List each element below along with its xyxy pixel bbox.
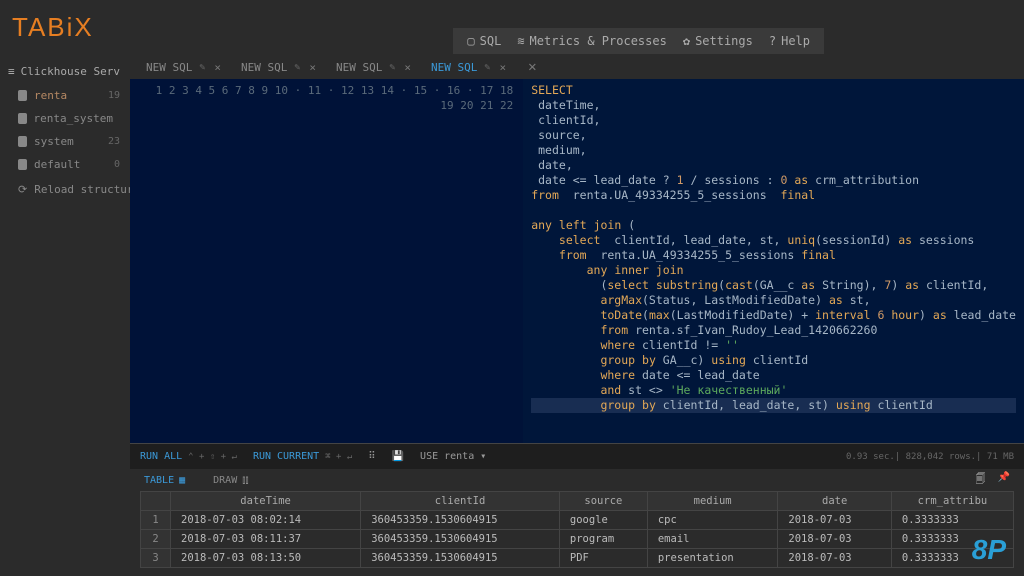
cell[interactable]: 2018-07-03 — [778, 511, 892, 530]
table-row[interactable]: 12018-07-03 08:02:14360453359.1530604915… — [141, 511, 1014, 530]
help-icon: ? — [769, 34, 776, 48]
tab-sql-2[interactable]: NEW SQL✎× — [326, 57, 421, 78]
sql-icon: ▢ — [467, 34, 474, 48]
metrics-icon: ≋ — [517, 34, 524, 48]
pin-icon[interactable]: 📌 — [998, 472, 1010, 489]
row-number-header — [141, 492, 171, 511]
sidebar-item-renta[interactable]: renta19 — [0, 84, 130, 107]
use-database-selector[interactable]: USE renta ▾ — [420, 451, 486, 462]
pencil-icon: ✎ — [484, 62, 492, 73]
cell[interactable]: 2018-07-03 08:02:14 — [171, 511, 361, 530]
run-current-button[interactable]: RUN CURRENT ⌘ + ↵ — [253, 451, 352, 462]
watermark: 8P — [972, 534, 1006, 566]
table-row[interactable]: 22018-07-03 08:11:37360453359.1530604915… — [141, 530, 1014, 549]
reload-structure[interactable]: ⟳ Reload structur — [0, 176, 130, 201]
editor-gutter: 1 2 3 4 5 6 7 8 9 10 · 11 · 12 13 14 · 1… — [130, 79, 523, 443]
database-icon — [18, 90, 27, 101]
tab-sql-0[interactable]: NEW SQL✎× — [136, 57, 231, 78]
format-icon[interactable]: ⠿ — [368, 451, 375, 462]
pencil-icon: ✎ — [294, 62, 302, 73]
run-toolbar: RUN ALL ⌃ + ⇧ + ↵ RUN CURRENT ⌘ + ↵ ⠿ 💾 … — [130, 443, 1024, 469]
tab-sql-1[interactable]: NEW SQL✎× — [231, 57, 326, 78]
pencil-icon: ✎ — [389, 62, 397, 73]
top-menu: ▢SQL ≋Metrics & Processes ✿Settings ?Hel… — [453, 28, 824, 54]
result-viewtabs: TABLE ▦ DRAW ⫾⫾ 🗐 📌 — [130, 469, 1024, 491]
database-icon — [18, 113, 27, 124]
sidebar-server[interactable]: ≡ Clickhouse Serv — [0, 59, 130, 84]
close-icon[interactable]: × — [309, 61, 316, 74]
menu-help[interactable]: ?Help — [769, 34, 810, 48]
table-row[interactable]: 32018-07-03 08:13:50360453359.1530604915… — [141, 549, 1014, 568]
column-header[interactable]: crm_attribu — [891, 492, 1013, 511]
menu-metrics[interactable]: ≋Metrics & Processes — [517, 34, 667, 48]
row-number: 1 — [141, 511, 171, 530]
column-header[interactable]: clientId — [361, 492, 560, 511]
cell[interactable]: 2018-07-03 — [778, 530, 892, 549]
sidebar-item-renta_system[interactable]: renta_system — [0, 107, 130, 130]
column-header[interactable]: medium — [647, 492, 778, 511]
cell[interactable]: program — [559, 530, 647, 549]
row-number: 3 — [141, 549, 171, 568]
chevron-down-icon: ▾ — [480, 451, 486, 462]
cell[interactable]: PDF — [559, 549, 647, 568]
database-icon — [18, 159, 27, 170]
cell[interactable]: presentation — [647, 549, 778, 568]
query-stats: 0.93 sec.| 828,042 rows.| 71 MB — [846, 452, 1014, 462]
logo: TABiX — [12, 12, 94, 43]
cell[interactable]: 2018-07-03 08:11:37 — [171, 530, 361, 549]
column-header[interactable]: source — [559, 492, 647, 511]
chart-icon: ⫾⫾ — [242, 475, 248, 486]
view-draw[interactable]: DRAW ⫾⫾ — [213, 475, 249, 486]
cell[interactable]: google — [559, 511, 647, 530]
run-all-button[interactable]: RUN ALL ⌃ + ⇧ + ↵ — [140, 451, 237, 462]
cell[interactable]: 2018-07-03 08:13:50 — [171, 549, 361, 568]
sidebar: ≡ Clickhouse Serv renta19renta_systemsys… — [0, 55, 130, 576]
database-icon — [18, 136, 27, 147]
sidebar-item-default[interactable]: default0 — [0, 153, 130, 176]
close-icon[interactable]: × — [214, 61, 221, 74]
gear-icon: ✿ — [683, 34, 690, 48]
view-table[interactable]: TABLE ▦ — [144, 475, 185, 486]
editor-code[interactable]: SELECT dateTime, clientId, source, mediu… — [523, 79, 1024, 443]
save-icon[interactable]: 💾 — [392, 451, 404, 462]
cell[interactable]: cpc — [647, 511, 778, 530]
menu-settings[interactable]: ✿Settings — [683, 34, 753, 48]
menu-icon: ≡ — [8, 65, 15, 78]
results-grid: dateTimeclientIdsourcemediumdatecrm_attr… — [130, 491, 1024, 576]
menu-sql[interactable]: ▢SQL — [467, 34, 501, 48]
cell[interactable]: 2018-07-03 — [778, 549, 892, 568]
table-icon: ▦ — [179, 475, 185, 486]
pencil-icon: ✎ — [199, 62, 207, 73]
tab-sql-3[interactable]: NEW SQL✎× — [421, 57, 516, 78]
column-header[interactable]: date — [778, 492, 892, 511]
copy-icon[interactable]: 🗐 — [976, 472, 986, 489]
sql-editor[interactable]: 1 2 3 4 5 6 7 8 9 10 · 11 · 12 13 14 · 1… — [130, 79, 1024, 443]
cell[interactable]: email — [647, 530, 778, 549]
cell[interactable]: 360453359.1530604915 — [361, 549, 560, 568]
close-icon[interactable]: × — [499, 61, 506, 74]
cell[interactable]: 360453359.1530604915 — [361, 530, 560, 549]
cell[interactable]: 0.3333333 — [891, 511, 1013, 530]
tab-add[interactable]: ✕ — [528, 59, 536, 75]
close-icon[interactable]: × — [404, 61, 411, 74]
reload-icon: ⟳ — [18, 183, 27, 196]
column-header[interactable]: dateTime — [171, 492, 361, 511]
cell[interactable]: 360453359.1530604915 — [361, 511, 560, 530]
sidebar-item-system[interactable]: system23 — [0, 130, 130, 153]
row-number: 2 — [141, 530, 171, 549]
tab-bar: NEW SQL✎×NEW SQL✎×NEW SQL✎×NEW SQL✎× ✕ — [130, 55, 1024, 79]
